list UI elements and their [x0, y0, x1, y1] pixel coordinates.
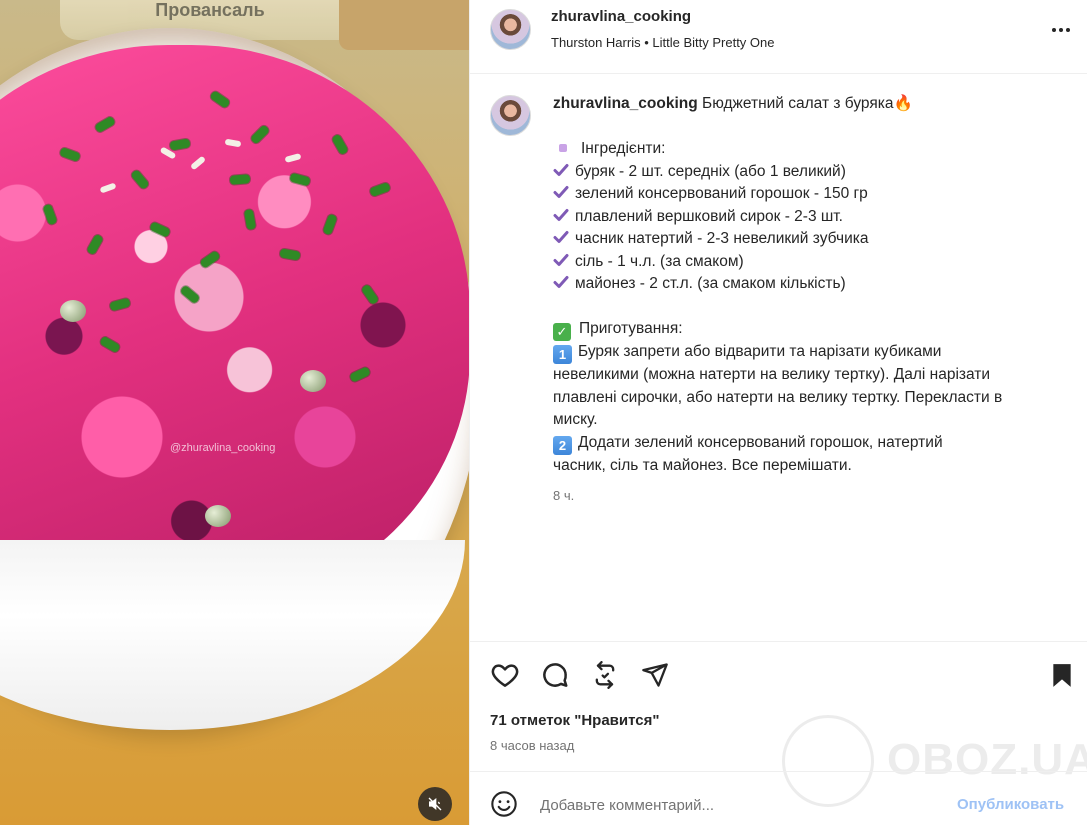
ingredient-text: майонез - 2 ст.л. (за смаком кількість) [575, 275, 846, 292]
check-mark-icon [553, 276, 569, 288]
bowl-rim [0, 540, 465, 730]
more-dot [1059, 28, 1063, 32]
emoji-icon [491, 791, 517, 817]
check-mark-icon [553, 253, 569, 266]
pea [205, 505, 231, 527]
more-options-icon [1052, 28, 1056, 32]
step1-text: миску. [553, 411, 598, 428]
audio-artist[interactable]: Thurston Harris [551, 35, 641, 50]
ingredient-item: сіль - 1 ч.л. (за смаком) [553, 251, 1073, 274]
bullet-icon [559, 143, 567, 152]
caption-time[interactable]: 8 ч. [553, 485, 1073, 508]
ingredient-text: зелений консервований горошок - 150 гр [575, 185, 868, 202]
repost-icon [595, 661, 615, 689]
check-mark-icon [553, 208, 569, 221]
audio-separator: • [644, 35, 649, 50]
check-mark-icon [553, 186, 569, 198]
ingredient-text: сіль - 1 ч.л. (за смаком) [575, 252, 744, 270]
jar-label: Провансаль [155, 0, 265, 20]
step1-text: плавлені сирочки, або натерти на велику … [553, 388, 1003, 406]
repost-button[interactable] [589, 659, 621, 691]
audio-track[interactable]: Little Bitty Pretty One [652, 35, 774, 50]
check-box-icon: ✓ [553, 323, 571, 341]
beet-salad [0, 45, 469, 605]
ingredient-text: буряк - 2 шт. середніх (або 1 великий) [575, 162, 846, 180]
comment-bar: Опубликовать [470, 771, 1087, 825]
caption-title: Бюджетний салат з буряка🔥 [702, 95, 913, 112]
post-media[interactable]: Провансаль @zhuravlina_cooking [0, 0, 469, 825]
steps-header: Приготування: [579, 320, 683, 337]
post-timestamp[interactable]: 8 часов назад [490, 738, 574, 753]
step2-text: Додати зелений консервований горошок, на… [578, 433, 943, 451]
likes-count[interactable]: 71 отметок "Нравится" [490, 712, 659, 729]
heart-icon [491, 664, 519, 687]
post-header: zhuravlina_cooking Thurston Harris • Lit… [470, 0, 1087, 74]
author-username[interactable]: zhuravlina_cooking [551, 8, 691, 25]
pea [300, 370, 326, 392]
bookmark-icon [1053, 664, 1071, 687]
step1-text: невеликими (можна натерти на велику терт… [553, 366, 991, 383]
check-mark-icon [553, 231, 569, 243]
keycap-one-icon: 1 [553, 345, 572, 364]
post-actions: 71 отметок "Нравится" 8 часов назад [470, 641, 1087, 771]
comment-button[interactable] [539, 659, 571, 691]
keycap-two-icon: 2 [553, 435, 572, 455]
caption-body: zhuravlina_cooking Бюджетний салат з бур… [553, 93, 1073, 508]
ingredient-text: плавлений вершковий сирок - 2-3 шт. [575, 207, 843, 225]
ingredient-text: часник натертий - 2-3 невеликий зубчика [575, 230, 869, 247]
ingredient-item: зелений консервований горошок - 150 гр [553, 183, 1073, 206]
comment-input[interactable] [540, 792, 940, 818]
ingredients-header: Інгредієнти: [581, 140, 666, 157]
step1-text: Буряк запрети або відварити та нарізати … [578, 343, 942, 360]
comment-icon [543, 663, 568, 687]
pea [60, 300, 86, 322]
post-details-panel: zhuravlina_cooking Thurston Harris • Lit… [469, 0, 1087, 825]
send-icon [642, 663, 668, 687]
audio-info[interactable]: Thurston Harris • Little Bitty Pretty On… [551, 35, 775, 50]
ingredient-item: плавлений вершковий сирок - 2-3 шт. [553, 206, 1073, 229]
publish-button[interactable]: Опубликовать [957, 796, 1064, 813]
caption-avatar[interactable] [490, 95, 531, 136]
step2-text: часник, сіль та майонез. Все перемішати. [553, 456, 852, 474]
herb-garnish [229, 174, 251, 185]
ingredient-item: майонез - 2 ст.л. (за смаком кількість) [553, 273, 1073, 296]
share-button[interactable] [639, 659, 671, 691]
ingredient-item: буряк - 2 шт. середніх (або 1 великий) [553, 161, 1073, 184]
ingredient-item: часник натертий - 2-3 невеликий зубчика [553, 228, 1073, 251]
more-options-button[interactable] [1048, 18, 1074, 42]
speaker-muted-icon [428, 797, 442, 811]
caption-username[interactable]: zhuravlina_cooking [553, 95, 698, 112]
check-mark-icon [553, 163, 569, 176]
like-button[interactable] [489, 659, 521, 691]
background-object [339, 0, 469, 50]
media-watermark: @zhuravlina_cooking [170, 442, 276, 454]
emoji-button[interactable] [489, 789, 519, 819]
more-dot [1066, 28, 1070, 32]
author-avatar[interactable] [490, 9, 531, 50]
mute-button[interactable] [418, 787, 452, 821]
save-button[interactable] [1046, 659, 1078, 691]
